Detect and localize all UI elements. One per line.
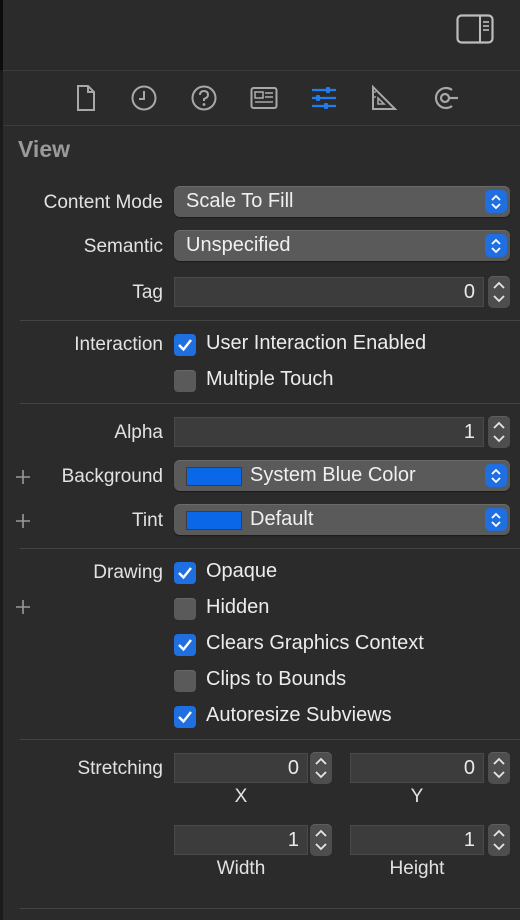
content-mode-value: Scale To Fill bbox=[186, 190, 294, 212]
content-mode-popup[interactable]: Scale To Fill bbox=[174, 186, 510, 217]
stretching-y-field[interactable]: 0 bbox=[350, 753, 484, 783]
divider bbox=[20, 548, 520, 549]
multiple-touch-checkbox[interactable] bbox=[174, 370, 196, 392]
semantic-popup[interactable]: Unspecified bbox=[174, 230, 510, 261]
drawing-label: Drawing bbox=[93, 562, 163, 583]
stretching-x-stepper[interactable] bbox=[310, 752, 332, 784]
tag-label: Tag bbox=[132, 282, 163, 303]
plus-icon[interactable] bbox=[14, 598, 32, 616]
alpha-label: Alpha bbox=[114, 422, 163, 443]
chevron-updown-icon bbox=[485, 464, 507, 487]
hidden-checkbox[interactable] bbox=[174, 598, 196, 620]
tag-stepper[interactable] bbox=[488, 276, 510, 308]
stretching-height-caption: Height bbox=[389, 858, 445, 879]
inspector-tabs bbox=[3, 71, 520, 126]
background-label: Background bbox=[61, 466, 163, 487]
tint-popup[interactable]: Default bbox=[174, 504, 510, 535]
inspector-toggle-icon[interactable] bbox=[456, 14, 494, 44]
attributes-inspector: View Content Mode Scale To Fill Semantic… bbox=[0, 0, 520, 920]
plus-icon[interactable] bbox=[14, 512, 32, 530]
alpha-field[interactable]: 1 bbox=[174, 417, 484, 447]
tag-value: 0 bbox=[463, 281, 475, 303]
alpha-stepper[interactable] bbox=[488, 416, 510, 448]
clock-icon[interactable] bbox=[129, 83, 159, 113]
clears-graphics-checkbox[interactable] bbox=[174, 634, 196, 656]
tint-color-swatch bbox=[186, 511, 242, 530]
chevron-updown-icon bbox=[485, 234, 507, 257]
question-icon[interactable] bbox=[189, 83, 219, 113]
stretching-x-field[interactable]: 0 bbox=[174, 753, 308, 783]
stretching-y-stepper[interactable] bbox=[488, 752, 510, 784]
opaque-label: Opaque bbox=[206, 560, 278, 582]
clips-to-bounds-label: Clips to Bounds bbox=[206, 668, 347, 690]
background-popup[interactable]: System Blue Color bbox=[174, 460, 510, 491]
user-interaction-checkbox[interactable] bbox=[174, 334, 196, 356]
inspector-header bbox=[3, 0, 520, 71]
stretching-y-value: 0 bbox=[463, 757, 475, 779]
content-mode-label: Content Mode bbox=[43, 192, 163, 213]
connections-icon[interactable] bbox=[431, 83, 461, 113]
chevron-updown-icon bbox=[485, 508, 507, 531]
plus-icon[interactable] bbox=[14, 468, 32, 486]
stretching-label: Stretching bbox=[77, 758, 163, 779]
ruler-icon[interactable] bbox=[369, 83, 399, 113]
background-color-swatch bbox=[186, 467, 242, 486]
chevron-updown-icon bbox=[485, 190, 507, 213]
tint-label: Tint bbox=[132, 510, 163, 531]
tint-value: Default bbox=[250, 508, 314, 530]
stretching-height-field[interactable]: 1 bbox=[350, 825, 484, 855]
stretching-x-caption: X bbox=[234, 786, 248, 807]
tag-field[interactable]: 0 bbox=[174, 277, 484, 307]
background-value: System Blue Color bbox=[250, 464, 416, 486]
stretching-height-value: 1 bbox=[463, 829, 475, 851]
hidden-label: Hidden bbox=[206, 596, 270, 618]
multiple-touch-label: Multiple Touch bbox=[206, 368, 334, 390]
divider bbox=[20, 739, 520, 740]
user-interaction-label: User Interaction Enabled bbox=[206, 332, 427, 354]
alpha-value: 1 bbox=[463, 421, 475, 443]
stretching-width-stepper[interactable] bbox=[310, 824, 332, 856]
identity-card-icon[interactable] bbox=[249, 83, 279, 113]
interaction-label: Interaction bbox=[74, 334, 163, 355]
autoresize-label: Autoresize Subviews bbox=[206, 704, 392, 726]
sliders-icon[interactable] bbox=[309, 83, 339, 113]
file-icon[interactable] bbox=[71, 83, 101, 113]
opaque-checkbox[interactable] bbox=[174, 562, 196, 584]
stretching-width-field[interactable]: 1 bbox=[174, 825, 308, 855]
stretching-width-caption: Width bbox=[216, 858, 266, 879]
semantic-label: Semantic bbox=[83, 236, 163, 257]
stretching-y-caption: Y bbox=[410, 786, 424, 807]
stretching-width-value: 1 bbox=[287, 829, 299, 851]
autoresize-checkbox[interactable] bbox=[174, 706, 196, 728]
left-edge bbox=[0, 0, 3, 920]
clears-graphics-label: Clears Graphics Context bbox=[206, 632, 424, 654]
clips-to-bounds-checkbox[interactable] bbox=[174, 670, 196, 692]
section-title: View bbox=[18, 136, 70, 162]
divider bbox=[20, 403, 520, 404]
stretching-x-value: 0 bbox=[287, 757, 299, 779]
divider bbox=[20, 320, 520, 321]
divider bbox=[20, 908, 520, 909]
semantic-value: Unspecified bbox=[186, 234, 291, 256]
stretching-height-stepper[interactable] bbox=[488, 824, 510, 856]
